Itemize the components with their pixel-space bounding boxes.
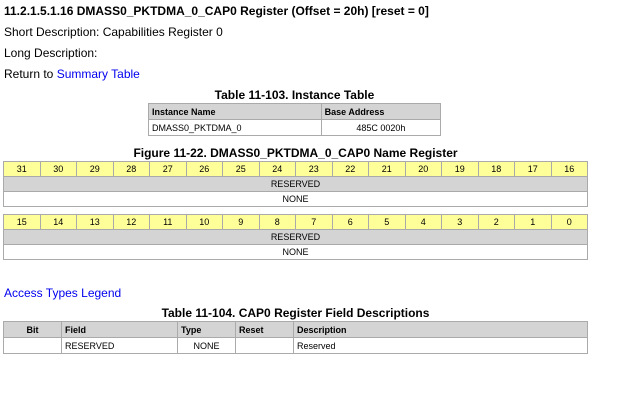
long-description: Long Description: [4, 46, 98, 60]
table-row: DMASS0_PKTDMA_0 485C 0020h [148, 119, 442, 136]
figure-caption: Figure 11-22. DMASS0_PKTDMA_0_CAP0 Name … [133, 146, 458, 160]
bit-number-cell: 16 [550, 161, 588, 177]
bit-number-cell: 29 [76, 161, 114, 177]
instance-name-header: Instance Name [148, 103, 322, 120]
bit-number-cell: 2 [477, 214, 515, 230]
instance-name-cell: DMASS0_PKTDMA_0 [148, 119, 322, 136]
bit-number-cell: 11 [149, 214, 187, 230]
bit-number-cell: 7 [295, 214, 333, 230]
bit-number-cell: 31 [3, 161, 41, 177]
field-table-caption: Table 11-104. CAP0 Register Field Descri… [161, 306, 430, 320]
bit-number-cell: 13 [76, 214, 114, 230]
bit-number-cell: 19 [441, 161, 479, 177]
description-header: Description [293, 321, 588, 338]
bit-number-cell: 22 [331, 161, 369, 177]
access-types-legend-link[interactable]: Access Types Legend [4, 286, 121, 300]
bit-number-cell: 17 [514, 161, 552, 177]
register-upper-table: 31 30 29 28 27 26 25 24 23 22 21 20 19 18 17 16 RESERVE… [3, 161, 588, 207]
bit-number-cell: 25 [222, 161, 260, 177]
upper-bit-numbers-row: 31 30 29 28 27 26 25 24 23 22 21 20 19 18 17 16 [3, 161, 588, 177]
bit-number-cell: 5 [368, 214, 406, 230]
bit-cell [3, 337, 62, 354]
bit-number-cell: 28 [112, 161, 150, 177]
page-title: 11.2.1.5.1.16 DMASS0_PKTDMA_0_CAP0 Regis… [4, 4, 429, 18]
bit-header: Bit [3, 321, 62, 338]
upper-field-name: RESERVED [3, 176, 588, 192]
description-cell: Reserved [293, 337, 588, 354]
bit-number-cell: 26 [185, 161, 223, 177]
bit-number-cell: 20 [404, 161, 442, 177]
register-lower-table: 15 14 13 12 11 10 9 8 7 6 5 4 3 2 1 0 RESERVED NONE [3, 214, 588, 260]
reset-cell [235, 337, 294, 354]
bit-number-cell: 0 [550, 214, 588, 230]
reset-header: Reset [235, 321, 294, 338]
upper-field-reset: NONE [3, 191, 588, 207]
bit-number-cell: 18 [477, 161, 515, 177]
return-line: Return to Summary Table [4, 67, 140, 81]
bit-number-cell: 14 [39, 214, 77, 230]
bit-number-cell: 10 [185, 214, 223, 230]
field-cell: RESERVED [61, 337, 178, 354]
bit-number-cell: 24 [258, 161, 296, 177]
bit-number-cell: 30 [39, 161, 77, 177]
bit-number-cell: 23 [295, 161, 333, 177]
bit-number-cell: 8 [258, 214, 296, 230]
bit-number-cell: 6 [331, 214, 369, 230]
instance-table: Instance Name Base Address DMASS0_PKTDMA… [148, 103, 442, 136]
bit-number-cell: 4 [404, 214, 442, 230]
bit-number-cell: 12 [112, 214, 150, 230]
short-description: Short Description: Capabilities Register… [4, 25, 223, 39]
bit-number-cell: 1 [514, 214, 552, 230]
type-cell: NONE [177, 337, 236, 354]
summary-table-link[interactable]: Summary Table [57, 67, 140, 81]
base-address-header: Base Address [320, 103, 442, 120]
field-descriptions-table: Bit Field Type Reset Description RESERVE… [3, 321, 588, 354]
type-header: Type [177, 321, 236, 338]
bit-number-cell: 9 [222, 214, 260, 230]
lower-bit-numbers-row: 15 14 13 12 11 10 9 8 7 6 5 4 3 2 1 0 [3, 214, 588, 230]
return-prefix: Return to [4, 67, 57, 81]
lower-field-name: RESERVED [3, 229, 588, 245]
bit-number-cell: 3 [441, 214, 479, 230]
instance-table-caption: Table 11-103. Instance Table [214, 88, 375, 102]
table-row: RESERVED NONE Reserved [3, 337, 588, 354]
field-header: Field [61, 321, 178, 338]
bit-number-cell: 21 [368, 161, 406, 177]
base-address-cell: 485C 0020h [320, 119, 442, 136]
lower-field-reset: NONE [3, 244, 588, 260]
bit-number-cell: 15 [3, 214, 41, 230]
bit-number-cell: 27 [149, 161, 187, 177]
